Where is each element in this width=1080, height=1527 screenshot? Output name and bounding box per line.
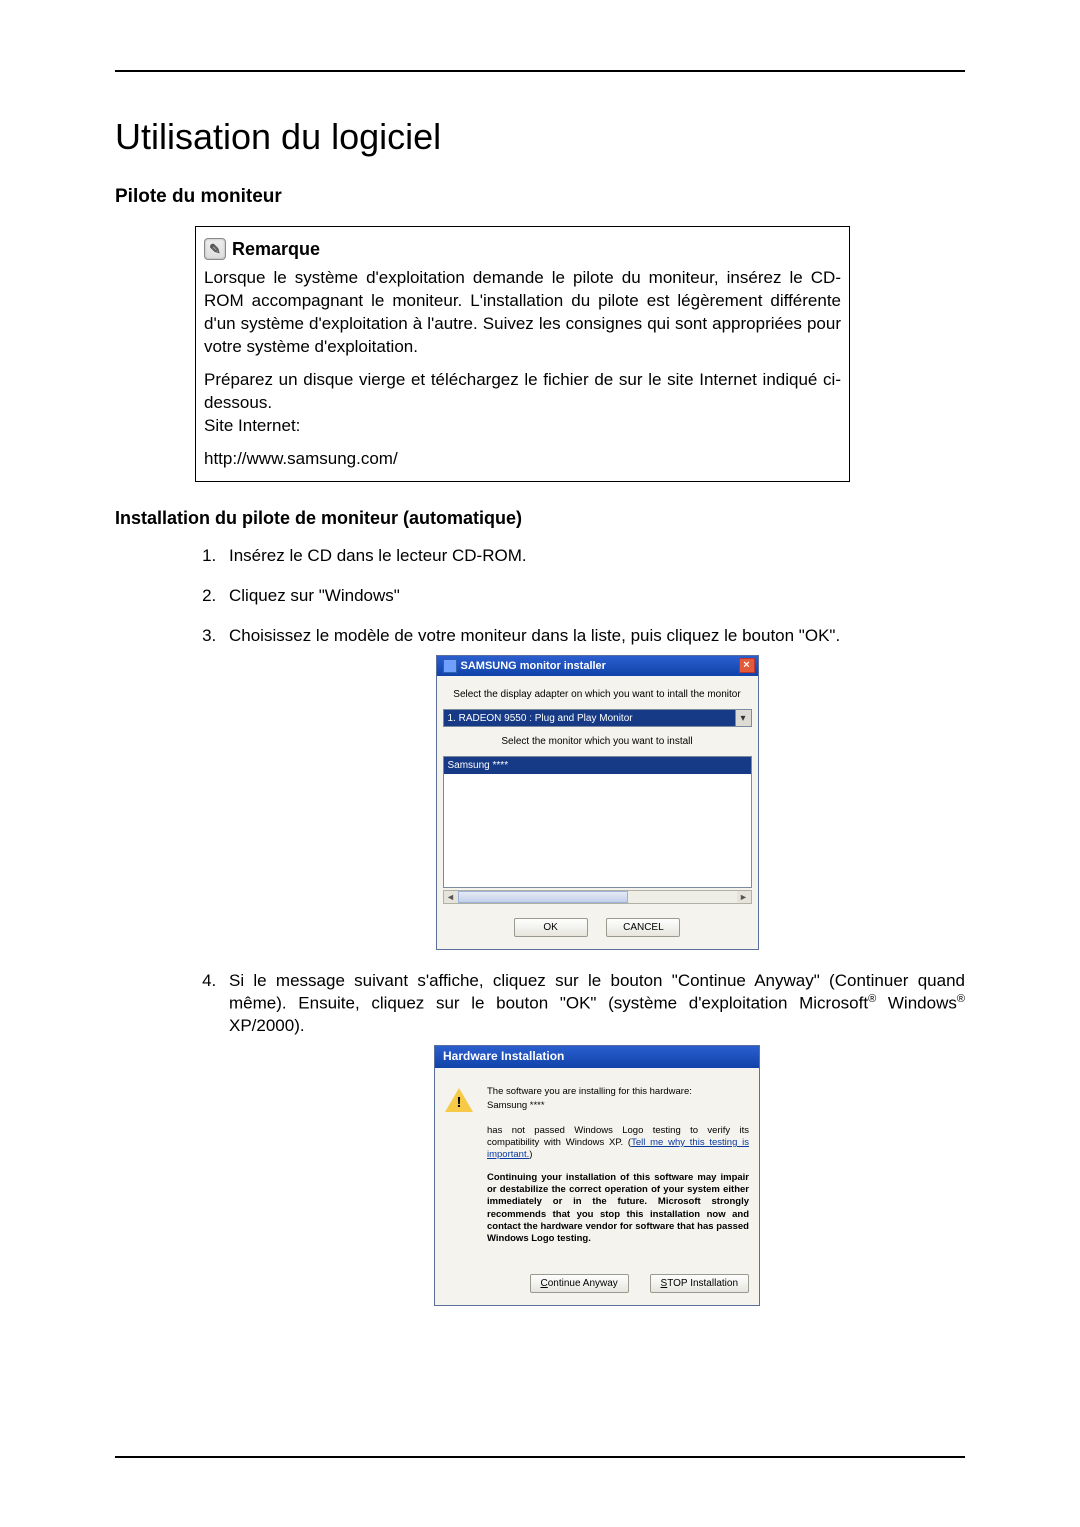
section-heading: Pilote du moniteur — [115, 186, 965, 208]
samsung-installer-dialog: SAMSUNG monitor installer × Select the d… — [436, 655, 759, 950]
monitor-prompt: Select the monitor which you want to ins… — [443, 735, 752, 748]
adapter-select-value: 1. RADEON 9550 : Plug and Play Monitor — [444, 710, 735, 726]
cancel-button[interactable]: CANCEL — [606, 918, 680, 937]
scroll-thumb[interactable] — [458, 891, 628, 903]
stop-installation-button[interactable]: STOP Installation — [650, 1274, 749, 1293]
step-2: Cliquez sur "Windows" — [221, 585, 965, 607]
dialog-titlebar: SAMSUNG monitor installer × — [437, 656, 758, 676]
note-box: ✎ Remarque Lorsque le système d'exploita… — [195, 226, 850, 482]
warning-icon: ! — [445, 1088, 473, 1114]
adapter-prompt: Select the display adapter on which you … — [443, 688, 752, 701]
step-1: Insérez le CD dans le lecteur CD-ROM. — [221, 545, 965, 567]
note-heading: Remarque — [232, 237, 320, 261]
note-paragraph-1: Lorsque le système d'exploitation demand… — [204, 267, 841, 359]
monitor-list-item[interactable]: Samsung **** — [444, 757, 751, 774]
step-3: Choisissez le modèle de votre moniteur d… — [229, 626, 840, 645]
monitor-listbox[interactable]: Samsung **** — [443, 756, 752, 888]
site-url: http://www.samsung.com/ — [204, 448, 841, 471]
ok-button[interactable]: OK — [514, 918, 588, 937]
chevron-down-icon[interactable]: ▾ — [735, 710, 751, 726]
logo-test-text-b: ) — [529, 1149, 532, 1160]
horizontal-scrollbar[interactable]: ◄ ► — [443, 890, 752, 904]
scroll-left-icon[interactable]: ◄ — [444, 891, 458, 903]
step-4-text-b: Windows — [888, 994, 957, 1013]
top-separator — [115, 70, 965, 72]
scroll-right-icon[interactable]: ► — [737, 891, 751, 903]
adapter-select[interactable]: 1. RADEON 9550 : Plug and Play Monitor ▾ — [443, 709, 752, 727]
step-4-text-c: XP/2000). — [229, 1016, 305, 1035]
registered-mark: ® — [868, 993, 876, 1005]
step-4-text-a: Si le message suivant s'affiche, cliquez… — [229, 971, 965, 1013]
page-title: Utilisation du logiciel — [115, 116, 965, 158]
hardware-installation-dialog: Hardware Installation ! The software you… — [434, 1045, 760, 1305]
hw-intro-line: The software you are installing for this… — [487, 1086, 749, 1098]
site-internet-label: Site Internet: — [204, 416, 300, 435]
bottom-separator — [115, 1456, 965, 1458]
hw-name: Samsung **** — [487, 1100, 749, 1112]
dialog-title: SAMSUNG monitor installer — [461, 659, 606, 673]
note-icon: ✎ — [204, 238, 226, 260]
app-icon — [443, 659, 457, 673]
close-button[interactable]: × — [739, 658, 755, 673]
warning-bold-text: Continuing your installation of this sof… — [487, 1172, 749, 1246]
registered-mark: ® — [957, 993, 965, 1005]
dialog-title: Hardware Installation — [443, 1049, 564, 1063]
dialog-titlebar: Hardware Installation — [435, 1046, 759, 1068]
subsection-heading: Installation du pilote de moniteur (auto… — [115, 508, 965, 529]
note-paragraph-2: Préparez un disque vierge et téléchargez… — [204, 370, 841, 412]
continue-anyway-button[interactable]: Continue Anyway — [530, 1274, 629, 1293]
